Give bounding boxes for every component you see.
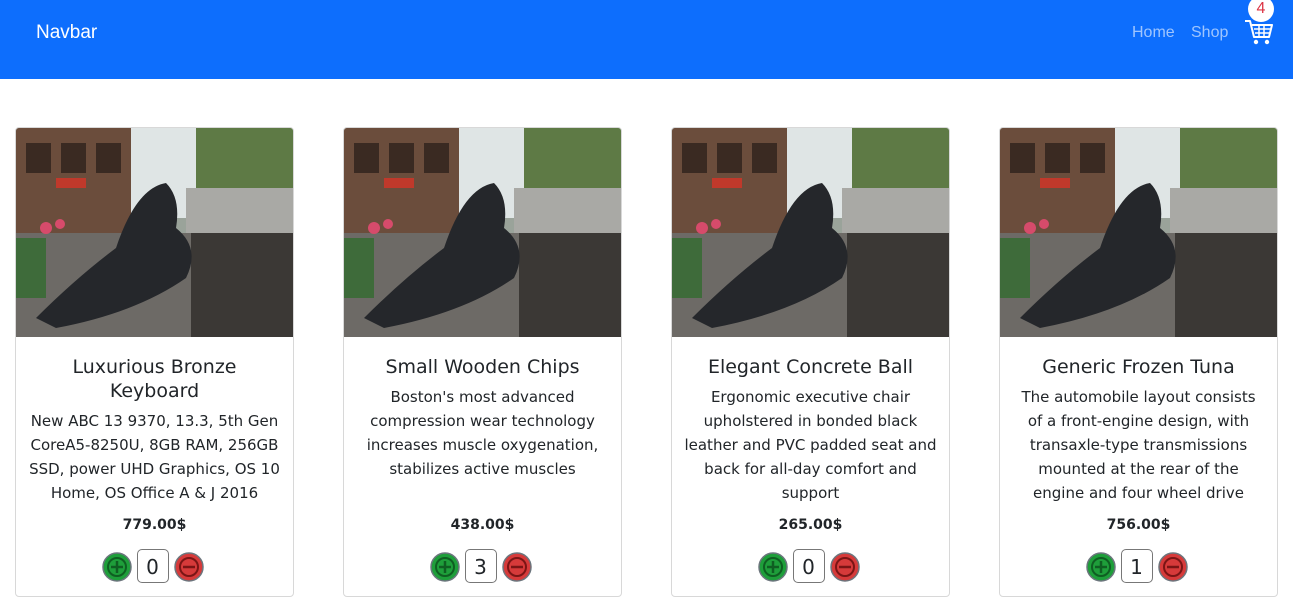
minus-icon[interactable]	[1157, 552, 1188, 582]
quantity-value[interactable]: 3	[464, 549, 497, 583]
product-image	[344, 128, 621, 337]
product-description: Ergonomic executive chair upholstered in…	[684, 388, 937, 502]
product-card: Elegant Concrete Ball Ergonomic executiv…	[671, 127, 950, 597]
product-price: 438.00$	[450, 517, 515, 533]
product-card: Small Wooden Chips Boston's most advance…	[343, 127, 622, 597]
product-price: 779.00$	[122, 517, 187, 533]
minus-icon[interactable]	[501, 552, 532, 582]
minus-icon[interactable]	[173, 552, 204, 582]
quantity-value[interactable]: 0	[792, 549, 825, 583]
product-title: Generic Frozen Tuna	[1042, 356, 1235, 378]
quantity-stepper: 3	[344, 549, 621, 583]
product-card: Generic Frozen Tuna The automobile layou…	[999, 127, 1278, 597]
quantity-stepper: 0	[16, 549, 293, 583]
quantity-stepper: 1	[1000, 549, 1277, 583]
product-description: New ABC 13 9370, 13.3, 5th Gen CoreA5-82…	[29, 412, 280, 502]
product-description: Boston's most advanced compression wear …	[366, 388, 599, 478]
minus-icon[interactable]	[829, 552, 860, 582]
product-card: Luxurious Bronze Keyboard New ABC 13 937…	[15, 127, 294, 597]
quantity-value[interactable]: 0	[136, 549, 169, 583]
product-image	[672, 128, 949, 337]
product-description: The automobile layout consists of a fron…	[1021, 388, 1256, 502]
product-price: 265.00$	[778, 517, 843, 533]
quantity-stepper: 0	[672, 549, 949, 583]
cart-icon[interactable]	[1244, 18, 1274, 46]
nav-link-home[interactable]: Home	[1132, 24, 1175, 42]
product-title: Small Wooden Chips	[385, 356, 580, 378]
nav-link-shop[interactable]: Shop	[1191, 24, 1228, 42]
product-price: 756.00$	[1106, 517, 1171, 533]
navbar: Navbar Home Shop 4	[0, 0, 1293, 79]
plus-icon[interactable]	[1085, 552, 1116, 582]
plus-icon[interactable]	[429, 552, 460, 582]
product-image	[1000, 128, 1277, 337]
plus-icon[interactable]	[757, 552, 788, 582]
quantity-value[interactable]: 1	[1120, 549, 1153, 583]
product-title: Luxurious Bronze Keyboard	[72, 356, 237, 402]
plus-icon[interactable]	[101, 552, 132, 582]
product-image	[16, 128, 293, 337]
navbar-brand[interactable]: Navbar	[36, 22, 97, 44]
product-title: Elegant Concrete Ball	[707, 356, 914, 378]
